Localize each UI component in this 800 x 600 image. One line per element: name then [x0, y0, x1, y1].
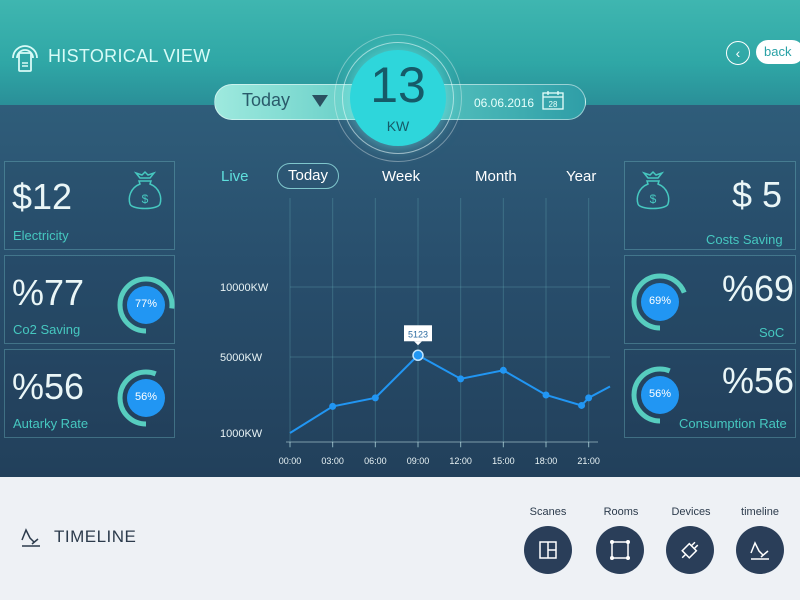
- co2-saving-value: %77: [12, 272, 85, 313]
- highlight-tooltip-arrow: [414, 341, 422, 346]
- tab-live[interactable]: Live: [221, 168, 249, 185]
- chevron-down-icon[interactable]: [312, 95, 328, 107]
- date-display: 06.06.2016: [474, 96, 535, 110]
- highlight-value-label: 5123: [408, 329, 428, 339]
- autarky-rate-label: Autarky Rate: [13, 416, 89, 431]
- devices-icon: [681, 541, 699, 559]
- page-title: HISTORICAL VIEW: [48, 46, 211, 66]
- timeline-icon: [750, 541, 769, 560]
- costs-saving-label: Costs Saving: [706, 232, 783, 247]
- data-point: [499, 366, 507, 374]
- data-point: [578, 401, 586, 409]
- y-tick-label: 5000KW: [220, 352, 263, 364]
- section-title: TIMELINE: [54, 527, 137, 546]
- power-unit: KW: [386, 118, 410, 134]
- money-bag-icon: $: [128, 170, 162, 210]
- calendar-day: 28: [549, 100, 558, 109]
- co2-saving-donut-label: 77%: [134, 298, 158, 310]
- app-logo-icon: [12, 45, 38, 72]
- consumption-rate-donut-label: 56%: [648, 388, 672, 400]
- x-tick-label: 12:00: [449, 456, 472, 466]
- nav-button-rooms[interactable]: [596, 526, 644, 574]
- power-value: 13: [370, 57, 426, 113]
- data-point: [457, 375, 465, 383]
- autarky-rate-donut-label: 56%: [134, 391, 158, 403]
- autarky-rate-value: %56: [12, 366, 85, 407]
- y-tick-label: 1000KW: [220, 428, 263, 440]
- highlight-point: [412, 349, 424, 362]
- x-tick-label: 18:00: [535, 456, 558, 466]
- data-point: [371, 394, 379, 402]
- nav-label-rooms: Rooms: [603, 506, 639, 518]
- tab-today[interactable]: Today: [277, 163, 339, 189]
- tab-week[interactable]: Week: [382, 168, 420, 185]
- nav-label-scenes: Scanes: [529, 506, 567, 518]
- x-tick-label: 15:00: [492, 456, 515, 466]
- x-tick-label: 00:00: [279, 456, 302, 466]
- y-tick-label: 10000KW: [220, 282, 269, 294]
- x-tick-label: 03:00: [321, 456, 344, 466]
- electricity-value: $12: [12, 176, 73, 217]
- nav-label-timeline: timeline: [741, 506, 779, 518]
- calendar-icon[interactable]: 28: [542, 90, 564, 110]
- data-point: [585, 394, 593, 402]
- electricity-label: Electricity: [13, 228, 69, 243]
- series-line: [289, 354, 611, 434]
- data-point: [329, 402, 337, 410]
- soc-value: %69: [722, 268, 795, 309]
- period-dropdown[interactable]: Today: [242, 90, 290, 111]
- data-point: [542, 391, 550, 399]
- soc-donut-label: 69%: [648, 295, 672, 307]
- x-tick-label: 06:00: [364, 456, 387, 466]
- rooms-icon: [610, 540, 630, 560]
- scenes-icon: [539, 541, 557, 559]
- consumption-rate-label: Consumption Rate: [679, 416, 787, 431]
- power-line-chart: 10000KW 5000KW 1000KW 00:00 03:00 06:00 09:00…: [220, 198, 611, 466]
- costs-saving-value: $ 5: [732, 174, 783, 215]
- consumption-rate-value: %56: [722, 360, 795, 401]
- co2-saving-label: Co2 Saving: [13, 322, 81, 337]
- tab-month[interactable]: Month: [475, 168, 517, 185]
- x-tick-label: 21:00: [577, 456, 600, 466]
- back-button[interactable]: back: [756, 40, 800, 64]
- back-arrow-icon[interactable]: ‹: [726, 41, 750, 65]
- nav-button-scenes[interactable]: [524, 526, 572, 574]
- svg-text:$: $: [650, 192, 657, 206]
- svg-text:$: $: [142, 192, 149, 206]
- tab-year[interactable]: Year: [566, 168, 596, 185]
- x-tick-label: 09:00: [407, 456, 430, 466]
- money-bag-icon: $: [636, 170, 670, 210]
- nav-button-devices[interactable]: [666, 526, 714, 574]
- timeline-icon: [21, 528, 40, 547]
- nav-button-timeline[interactable]: [736, 526, 784, 574]
- soc-label: SoC: [759, 325, 785, 340]
- nav-label-devices: Devices: [671, 506, 711, 518]
